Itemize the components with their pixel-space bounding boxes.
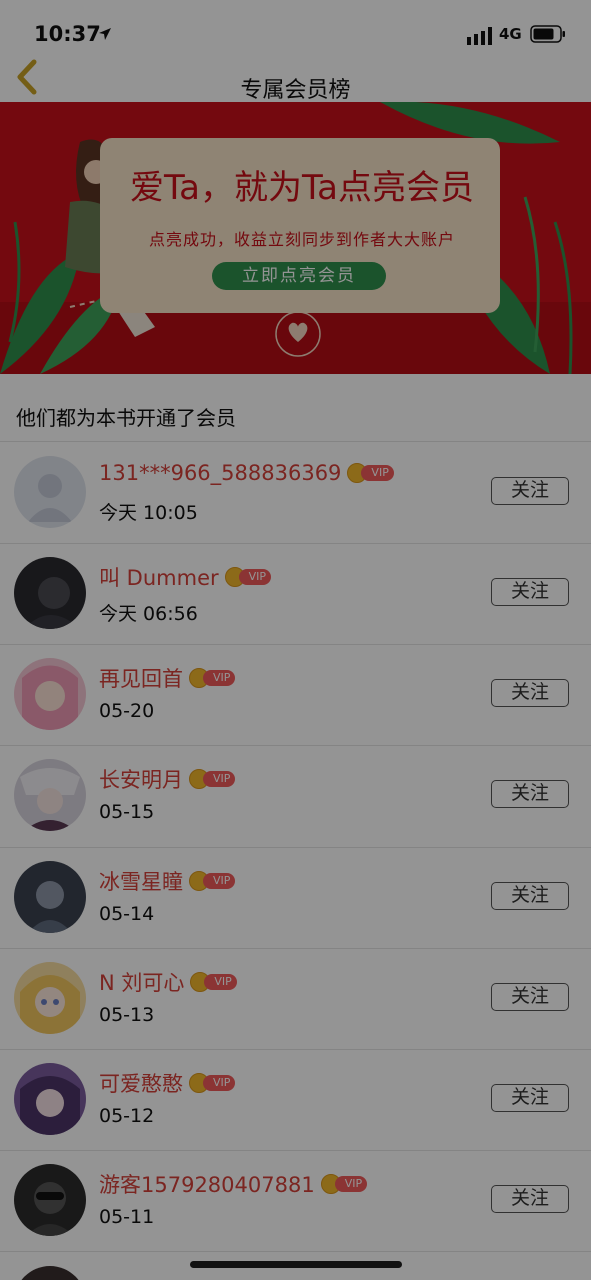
page-title: 专属会员榜 — [240, 78, 351, 103]
member-name[interactable]: N 刘可心 — [99, 967, 184, 997]
status-bar: 10:37 4G — [0, 0, 591, 60]
vip-badge: VIP — [190, 972, 238, 992]
anime-pink-avatar[interactable] — [14, 658, 86, 730]
member-date: 今天 06:56 — [99, 603, 198, 625]
member-date: 05-20 — [99, 700, 155, 722]
next-row-avatar[interactable] — [14, 1266, 86, 1280]
member-date: 05-11 — [99, 1206, 155, 1228]
follow-button[interactable]: 关注 — [491, 477, 569, 505]
vip-label: VIP — [203, 1075, 236, 1091]
member-date: 05-13 — [99, 1004, 155, 1026]
anime-white-avatar[interactable] — [14, 759, 86, 831]
follow-button[interactable]: 关注 — [491, 679, 569, 707]
member-date: 05-12 — [99, 1105, 155, 1127]
member-row[interactable]: 再见回首 VIP 05-20 关注 — [0, 644, 591, 745]
member-name[interactable]: 游客1579280407881 — [99, 1169, 315, 1199]
member-row[interactable]: 游客1579280407881 VIP 05-11 关注 — [0, 1150, 591, 1251]
anime-dark-avatar[interactable] — [14, 861, 86, 933]
vip-badge: VIP — [189, 1073, 237, 1093]
member-row[interactable]: 可爱憨憨 VIP 05-12 关注 — [0, 1049, 591, 1150]
anime-blonde-avatar[interactable] — [14, 962, 86, 1034]
app-screen: 10:37 4G 专属会员榜 爱Ta，就为Ta点亮会员 点亮成功，收益立刻同步到… — [0, 0, 591, 1280]
member-row[interactable]: N 刘可心 VIP 05-13 关注 — [0, 948, 591, 1049]
follow-button[interactable]: 关注 — [491, 780, 569, 808]
divider — [0, 1251, 591, 1252]
member-name[interactable]: 再见回首 — [99, 663, 183, 693]
follow-button[interactable]: 关注 — [491, 1084, 569, 1112]
location-arrow-icon — [99, 28, 111, 40]
vip-badge: VIP — [320, 1174, 369, 1194]
anime-purple-avatar[interactable] — [14, 1063, 86, 1135]
signal-icon — [467, 27, 492, 45]
vip-label: VIP — [361, 465, 394, 481]
member-name[interactable]: 冰雪星瞳 — [99, 866, 183, 896]
member-name[interactable]: 可爱憨憨 — [99, 1068, 183, 1098]
member-name-row: 冰雪星瞳 VIP — [99, 866, 237, 896]
member-row[interactable]: 131***966_588836369 VIP 今天 10:05 关注 — [0, 442, 591, 543]
member-name[interactable]: 长安明月 — [99, 764, 183, 794]
status-time: 10:37 — [34, 22, 101, 46]
member-name[interactable]: 叫 Dummer — [99, 562, 219, 592]
member-row[interactable]: 冰雪星瞳 VIP 05-14 关注 — [0, 847, 591, 948]
mask-dark-avatar[interactable] — [14, 1164, 86, 1236]
follow-button[interactable]: 关注 — [491, 578, 569, 606]
member-name-row: 可爱憨憨 VIP — [99, 1068, 237, 1098]
follow-button[interactable]: 关注 — [491, 882, 569, 910]
section-title: 他们都为本书开通了会员 — [16, 406, 236, 430]
vip-label: VIP — [203, 670, 236, 686]
vip-label: VIP — [203, 873, 236, 889]
activate-member-button[interactable]: 立即点亮会员 — [212, 262, 386, 290]
member-date: 今天 10:05 — [99, 502, 198, 524]
home-indicator — [190, 1261, 402, 1268]
member-name-row: 长安明月 VIP — [99, 764, 237, 794]
member-name-row: 再见回首 VIP — [99, 663, 237, 693]
default-avatar[interactable] — [14, 456, 86, 528]
member-name-row: 131***966_588836369 VIP — [99, 461, 395, 485]
vip-label: VIP — [203, 771, 236, 787]
member-banner[interactable]: 爱Ta，就为Ta点亮会员 点亮成功，收益立刻同步到作者大大账户 立即点亮会员 — [0, 102, 591, 374]
member-date: 05-14 — [99, 903, 155, 925]
member-name-row: N 刘可心 VIP — [99, 967, 238, 997]
member-row[interactable]: 长安明月 VIP 05-15 关注 — [0, 745, 591, 846]
dark-photo-avatar[interactable] — [14, 557, 86, 629]
member-name-row: 游客1579280407881 VIP — [99, 1169, 369, 1199]
vip-badge: VIP — [224, 567, 273, 587]
vip-badge: VIP — [347, 463, 395, 483]
follow-button[interactable]: 关注 — [491, 1185, 569, 1213]
vip-label: VIP — [238, 569, 272, 585]
vip-label: VIP — [334, 1176, 368, 1192]
network-type: 4G — [499, 25, 522, 43]
battery-icon — [530, 25, 565, 43]
member-date: 05-15 — [99, 801, 155, 823]
banner-headline: 爱Ta，就为Ta点亮会员 — [130, 168, 474, 208]
vip-badge: VIP — [189, 769, 237, 789]
vip-label: VIP — [204, 974, 237, 990]
member-name-row: 叫 Dummer VIP — [99, 562, 273, 592]
vip-badge: VIP — [189, 871, 237, 891]
banner-subtitle: 点亮成功，收益立刻同步到作者大大账户 — [148, 230, 455, 249]
member-name[interactable]: 131***966_588836369 — [99, 461, 341, 485]
member-row[interactable]: 叫 Dummer VIP 今天 06:56 关注 — [0, 543, 591, 644]
follow-button[interactable]: 关注 — [491, 983, 569, 1011]
vip-badge: VIP — [189, 668, 237, 688]
